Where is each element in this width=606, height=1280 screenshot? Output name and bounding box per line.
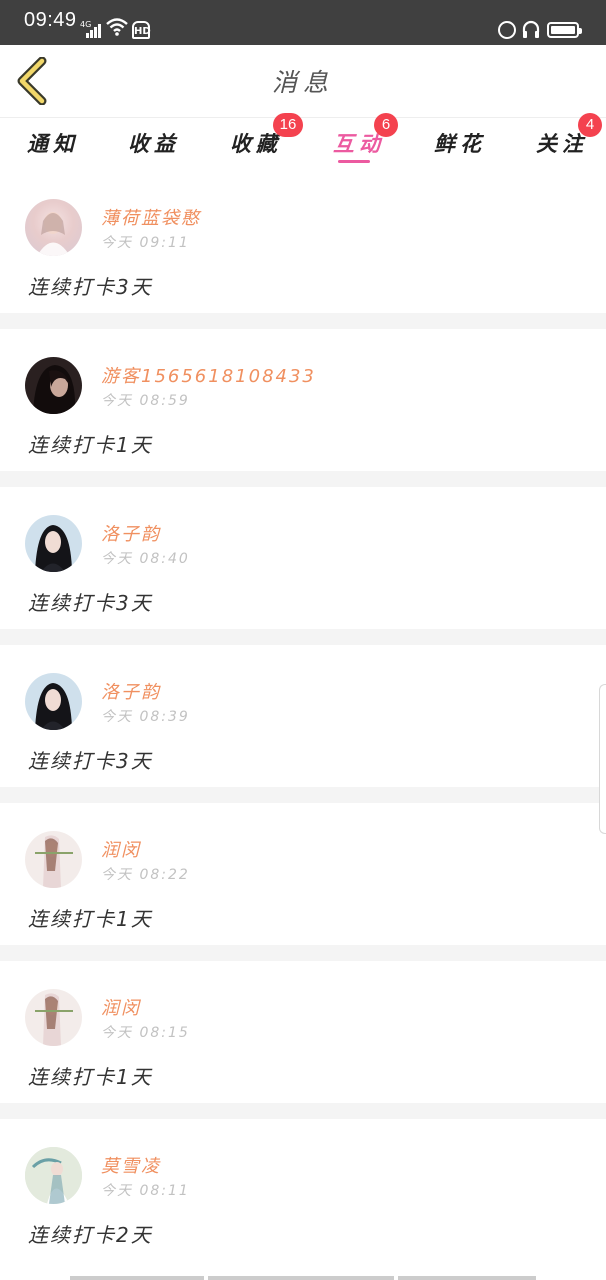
- list-item[interactable]: 游客15656181084​33 今天 08:59 连续打卡1天: [0, 329, 606, 471]
- username[interactable]: 莫雪凌: [101, 1152, 161, 1178]
- username[interactable]: 游客15656181084​33: [101, 362, 316, 388]
- header-bar: 消息: [0, 45, 606, 117]
- avatar[interactable]: [25, 515, 82, 572]
- divider: [0, 313, 606, 329]
- message-text: 连续打卡1天: [28, 1065, 153, 1089]
- list-item[interactable]: 润闵 今天 08:22 连续打卡1天: [0, 803, 606, 945]
- divider: [0, 629, 606, 645]
- signal-icon: [86, 22, 102, 38]
- tab-interactions-badge: 6: [374, 113, 398, 137]
- divider: [0, 945, 606, 961]
- divider: [0, 1103, 606, 1119]
- message-time: 今天 09:11: [101, 235, 190, 251]
- message-time: 今天 08:11: [101, 1183, 190, 1199]
- bottom-divider: [398, 1276, 536, 1280]
- message-text: 连续打卡2天: [28, 1223, 153, 1247]
- message-time: 今天 08:39: [101, 709, 190, 725]
- lock-rotation-icon: [498, 21, 516, 39]
- message-time: 今天 08:40: [101, 551, 190, 567]
- list-item[interactable]: 洛子韵 今天 08:39 连续打卡3天: [0, 645, 606, 787]
- clock: 09:49: [24, 9, 77, 31]
- page-title: 消息: [271, 68, 334, 97]
- message-text: 连续打卡3天: [28, 591, 153, 615]
- list-item[interactable]: 莫雪凌 今天 08:11 连续打卡2天: [0, 1119, 606, 1261]
- tab-earnings[interactable]: 收益: [128, 128, 180, 158]
- divider: [0, 471, 606, 487]
- username[interactable]: 洛子韵: [101, 678, 161, 704]
- tab-notifications[interactable]: 通知: [27, 128, 79, 158]
- battery-icon: [547, 22, 582, 38]
- tab-bar: 通知 收益 收藏 16 互动 6 鲜花 关注 4: [0, 113, 606, 168]
- avatar[interactable]: [25, 673, 82, 730]
- username[interactable]: 薄荷蓝袋憨: [101, 204, 201, 230]
- wifi-icon: [106, 18, 128, 36]
- tab-following-badge: 4: [578, 113, 602, 137]
- headset-icon: [522, 20, 540, 38]
- side-edge-handle[interactable]: [599, 684, 606, 834]
- list-item[interactable]: 润闵 今天 08:15 连续打卡1天: [0, 961, 606, 1103]
- tab-favorites-badge: 16: [273, 113, 303, 137]
- active-tab-indicator: [338, 160, 370, 163]
- message-text: 连续打卡3天: [28, 275, 153, 299]
- hd-icon: HD: [132, 21, 151, 39]
- message-text: 连续打卡3天: [28, 749, 153, 773]
- message-text: 连续打卡1天: [28, 907, 153, 931]
- avatar[interactable]: [25, 831, 82, 888]
- divider: [0, 787, 606, 803]
- list-item[interactable]: 薄荷蓝袋憨 今天 09:11 连续打卡3天: [0, 171, 606, 313]
- avatar[interactable]: [25, 357, 82, 414]
- tab-flowers[interactable]: 鲜花: [434, 128, 486, 158]
- username[interactable]: 润闵: [101, 836, 141, 862]
- message-text: 连续打卡1天: [28, 433, 153, 457]
- tab-favorites[interactable]: 收藏: [230, 128, 282, 158]
- avatar[interactable]: [25, 989, 82, 1046]
- bottom-divider: [70, 1276, 204, 1280]
- username[interactable]: 润闵: [101, 994, 141, 1020]
- status-bar: 09:49 4G HD: [0, 0, 606, 45]
- message-time: 今天 08:15: [101, 1025, 190, 1041]
- username[interactable]: 洛子韵: [101, 520, 161, 546]
- avatar[interactable]: [25, 199, 82, 256]
- message-time: 今天 08:22: [101, 867, 190, 883]
- avatar[interactable]: [25, 1147, 82, 1204]
- list-item[interactable]: 洛子韵 今天 08:40 连续打卡3天: [0, 487, 606, 629]
- message-time: 今天 08:59: [101, 393, 190, 409]
- bottom-divider: [208, 1276, 394, 1280]
